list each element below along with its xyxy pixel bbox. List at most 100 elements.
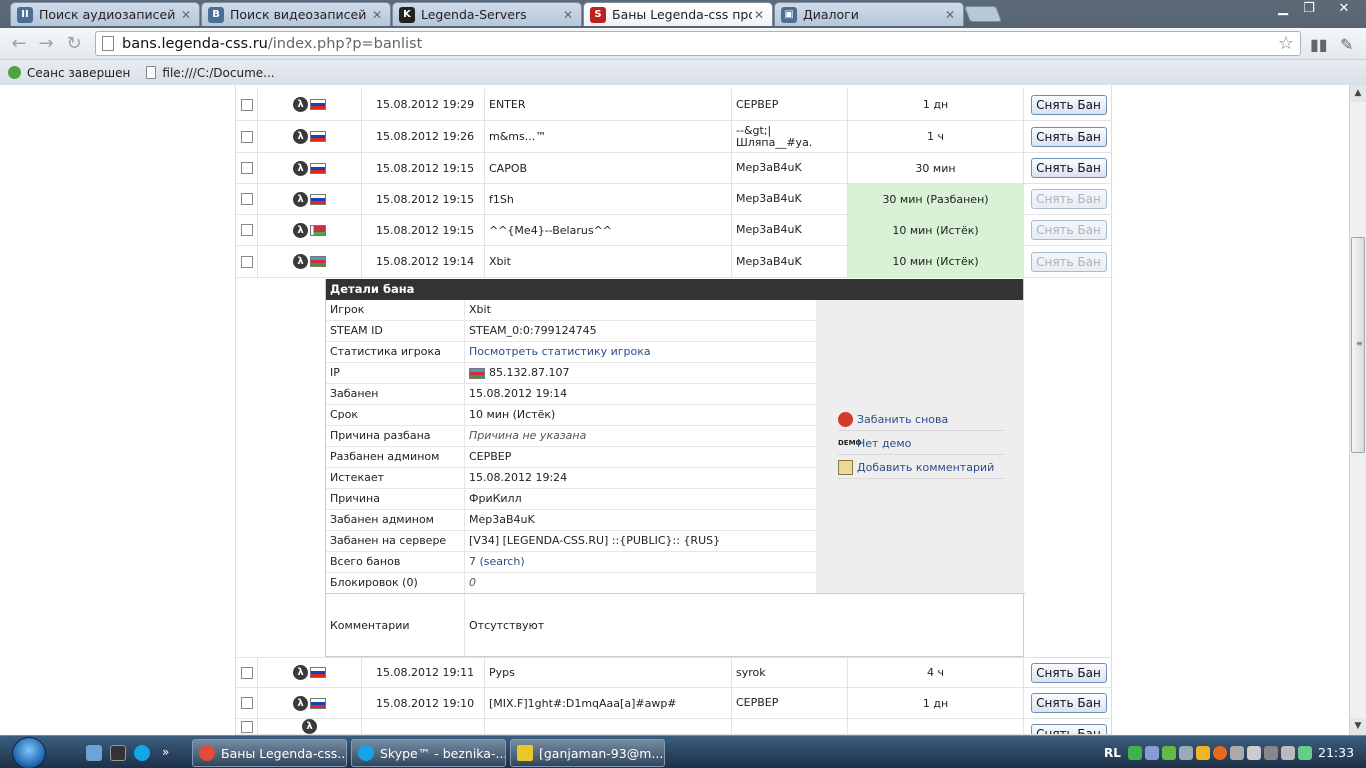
blocks-count-link[interactable]: 0 <box>465 573 816 593</box>
row-checkbox[interactable] <box>240 697 253 709</box>
bookmark-session[interactable]: Сеанс завершен <box>8 66 130 80</box>
stop-icon <box>838 412 853 427</box>
address-bar[interactable]: bans.legenda-css.ru/index.php?p=banlist … <box>95 31 1301 56</box>
tab-legenda-servers[interactable]: K Legenda-Servers ✕ <box>392 2 582 26</box>
action-cell: Снять Бан <box>1024 658 1113 687</box>
console-icon[interactable] <box>110 745 126 761</box>
row-checkbox[interactable] <box>240 162 253 174</box>
action-cell: Снять Бан <box>1024 184 1113 214</box>
language-indicator[interactable]: RL <box>1104 746 1121 760</box>
unban-button[interactable]: Снять Бан <box>1030 220 1107 240</box>
player-nick: ^^{Me4}--Belarus^^ <box>485 215 732 245</box>
table-row: λ 15.08.2012 19:14 Xbit Mep3aB4uK 10 мин… <box>236 246 1113 278</box>
table-row: λ 15.08.2012 19:11 Pyps syrok 4 ч Снять … <box>236 657 1113 688</box>
chevron-right-icon[interactable]: » <box>162 745 178 761</box>
flag-ru-icon <box>310 162 326 174</box>
task-mail[interactable]: [ganjaman-93@m.... <box>510 739 665 767</box>
close-icon[interactable]: ✕ <box>561 8 575 22</box>
app-tray-icon[interactable] <box>1212 746 1227 760</box>
game-icon: λ <box>302 719 317 734</box>
tab-video-search[interactable]: B Поиск видеозаписей по ✕ <box>201 2 391 26</box>
back-arrow-icon[interactable]: ← <box>8 34 30 54</box>
unban-button[interactable]: Снять Бан <box>1030 94 1107 115</box>
tab-banlist[interactable]: S Баны Legenda-css прое ✕ <box>583 2 773 26</box>
extension-icon[interactable]: ▮▮ <box>1310 35 1328 54</box>
details-value: СЕРВЕР <box>469 450 512 463</box>
ban-length: 4 ч <box>848 658 1024 687</box>
row-checkbox[interactable] <box>240 255 253 268</box>
row-checkbox[interactable] <box>240 130 253 143</box>
bookmark-file[interactable]: file:///C:/Docume... <box>146 66 275 80</box>
network-icon[interactable] <box>1127 746 1142 760</box>
show-desktop-icon[interactable] <box>86 745 102 761</box>
system-tray: RL <box>1104 740 1316 766</box>
app-tray-icon[interactable] <box>1263 746 1278 760</box>
details-row: Статистика игрока Посмотреть статистику и… <box>326 342 816 363</box>
tab-label: Поиск аудиозаписей по <box>39 7 179 22</box>
details-key: Забанен админом <box>326 510 465 530</box>
unban-button[interactable]: Снять Бан <box>1030 251 1107 272</box>
app-tray-icon[interactable] <box>1195 746 1210 760</box>
total-bans-search-link[interactable]: 7 (search) <box>465 552 816 572</box>
unban-button[interactable]: Снять Бан <box>1030 723 1107 734</box>
no-demo-link[interactable]: DEMO Нет демо <box>838 433 1004 455</box>
reload-icon[interactable]: ↻ <box>63 34 85 54</box>
details-key: Разбанен админом <box>326 447 465 467</box>
wrench-icon[interactable]: ✎ <box>1340 35 1353 54</box>
action-cell: Снять Бан <box>1024 89 1113 120</box>
row-checkbox[interactable] <box>240 224 253 236</box>
app-tray-icon[interactable] <box>1144 746 1159 760</box>
bookmark-star-icon[interactable]: ☆ <box>1278 33 1294 54</box>
task-chrome[interactable]: Баны Legenda-css.... <box>192 739 347 767</box>
row-checkbox[interactable] <box>240 98 253 111</box>
tab-strip: II Поиск аудиозаписей по ✕ B Поиск видео… <box>0 0 1366 28</box>
close-icon[interactable]: ✕ <box>752 8 766 22</box>
page-scrollbar[interactable]: ▲ ≡ ▼ <box>1349 85 1366 735</box>
scroll-thumb[interactable]: ≡ <box>1351 237 1365 453</box>
minimize-icon[interactable]: ▁ <box>1270 0 1296 17</box>
close-window-icon[interactable]: ✕ <box>1325 0 1363 17</box>
action-cell: Снять Бан <box>1024 121 1113 152</box>
power-icon[interactable] <box>1297 746 1312 760</box>
new-tab-button[interactable] <box>964 6 1002 22</box>
close-icon[interactable]: ✕ <box>943 8 957 22</box>
action-cell: Снять Бан <box>1024 719 1113 734</box>
clock[interactable]: 21:33 <box>1318 736 1354 768</box>
skype-icon[interactable] <box>134 745 150 761</box>
row-checkbox[interactable] <box>240 193 253 205</box>
tab-dialogs[interactable]: ▣ Диалоги ✕ <box>774 2 964 26</box>
details-value: Причина не указана <box>469 429 587 442</box>
action-cell: Снять Бан <box>1024 215 1113 245</box>
unban-button[interactable]: Снять Бан <box>1030 662 1107 683</box>
volume-icon[interactable] <box>1280 746 1295 760</box>
ban-length: 30 мин <box>848 153 1024 183</box>
maximize-icon[interactable]: ❐ <box>1296 0 1322 17</box>
app-tray-icon[interactable] <box>1161 746 1176 760</box>
forward-arrow-icon[interactable]: → <box>35 34 57 54</box>
row-checkbox[interactable] <box>240 720 253 733</box>
unban-button[interactable]: Снять Бан <box>1030 126 1107 147</box>
browser-chrome: II Поиск аудиозаписей по ✕ B Поиск видео… <box>0 0 1366 85</box>
app-tray-icon[interactable] <box>1246 746 1261 760</box>
app-tray-icon[interactable] <box>1229 746 1244 760</box>
row-checkbox[interactable] <box>240 666 253 679</box>
close-icon[interactable]: ✕ <box>370 8 384 22</box>
details-value: 15.08.2012 19:14 <box>469 387 568 400</box>
ban-length: 30 мин (Разбанен) <box>848 184 1024 214</box>
app-tray-icon[interactable] <box>1178 746 1193 760</box>
add-comment-link[interactable]: Добавить комментарий <box>838 457 1004 479</box>
scroll-up-icon[interactable]: ▲ <box>1350 85 1366 102</box>
task-skype[interactable]: Skype™ - beznika-... <box>351 739 506 767</box>
reban-link[interactable]: Забанить снова <box>838 409 1004 431</box>
row-icons: λ <box>258 89 362 120</box>
player-stats-link[interactable]: Посмотреть статистику игрока <box>465 342 816 362</box>
unban-button[interactable]: Снять Бан <box>1030 158 1107 178</box>
unban-button[interactable]: Снять Бан <box>1030 189 1107 209</box>
scroll-down-icon[interactable]: ▼ <box>1350 718 1366 735</box>
unban-button[interactable]: Снять Бан <box>1030 693 1107 713</box>
start-button[interactable] <box>12 737 46 768</box>
player-nick: m&ms...™ <box>485 121 732 152</box>
windows-taskbar: » Баны Legenda-css.... Skype™ - beznika-… <box>0 735 1366 768</box>
close-icon[interactable]: ✕ <box>179 8 193 22</box>
tab-audio-search[interactable]: II Поиск аудиозаписей по ✕ <box>10 2 200 26</box>
